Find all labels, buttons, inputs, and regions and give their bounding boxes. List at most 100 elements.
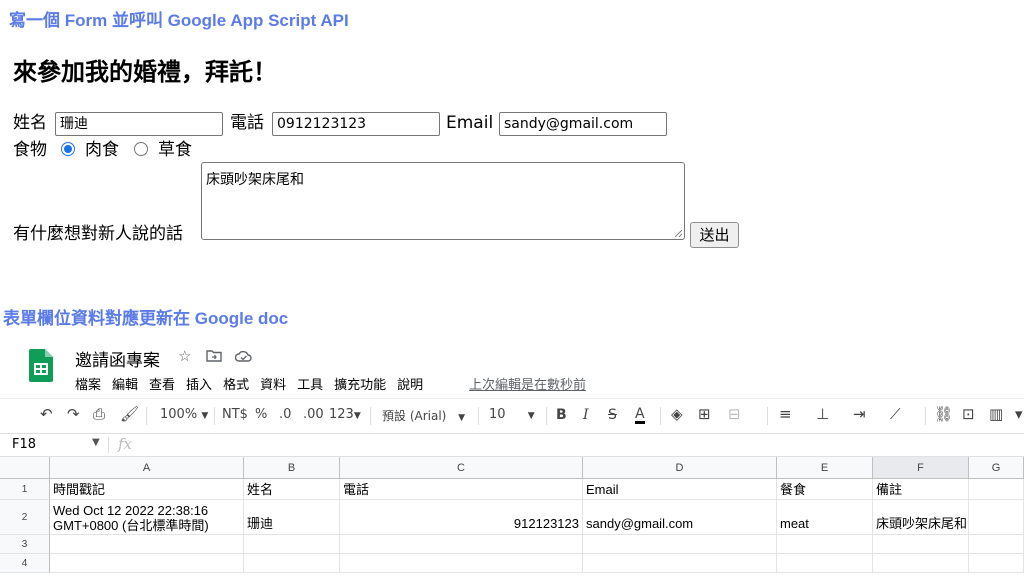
font-size-value: 10 (489, 407, 506, 422)
comment-icon[interactable]: ⊡ (962, 405, 975, 423)
form-section-title: 寫一個 Form 並呼叫 Google App Script API (9, 11, 349, 30)
submit-button[interactable]: 送出 (690, 222, 739, 248)
font-select[interactable]: 預設 (Arial) ▼ (382, 407, 465, 424)
chart-icon[interactable]: ▥ (989, 405, 1003, 423)
cell-c4[interactable] (340, 554, 583, 573)
cell-a2[interactable]: Wed Oct 12 2022 22:38:16 GMT+0800 (台北標準時… (50, 500, 244, 535)
name-box[interactable]: F18 (12, 437, 36, 452)
cell-b3[interactable] (244, 535, 340, 554)
horizontal-align-icon[interactable]: ≡ (779, 405, 792, 423)
cell-b2[interactable]: 珊迪 (244, 500, 340, 535)
bold-icon[interactable]: B (556, 407, 567, 423)
link-icon[interactable]: ⛓ (934, 405, 953, 423)
chevron-down-icon[interactable]: ▼ (92, 437, 100, 448)
zoom-select[interactable]: 100% ▼ (160, 407, 208, 422)
cell-b1[interactable]: 姓名 (244, 479, 340, 500)
cell-g2[interactable] (969, 500, 1024, 535)
toolbar: ↶ ↷ ⎙ 🖌 100% ▼ NT$ % .0 .00 123▼ 預設 (Ari… (0, 398, 1024, 432)
cloud-status-icon[interactable] (235, 350, 252, 362)
cell-g1[interactable] (969, 479, 1024, 500)
menu-help[interactable]: 說明 (397, 374, 423, 393)
merge-cells-icon[interactable]: ⊟ (728, 405, 741, 423)
number-format-value: 123 (329, 407, 354, 422)
last-edit-link[interactable]: 上次編輯是在數秒前 (469, 374, 586, 393)
row-header-4[interactable]: 4 (0, 554, 50, 573)
column-header-b[interactable]: B (244, 457, 340, 479)
column-header-g[interactable]: G (969, 457, 1024, 479)
cell-a4[interactable] (50, 554, 244, 573)
select-all-corner[interactable] (0, 457, 50, 479)
star-icon[interactable]: ☆ (178, 347, 191, 365)
menu-insert[interactable]: 插入 (186, 374, 212, 393)
row-header-1[interactable]: 1 (0, 479, 50, 500)
column-header-a[interactable]: A (50, 457, 244, 479)
redo-icon[interactable]: ↷ (67, 405, 80, 423)
email-input[interactable]: sandy@gmail.com (499, 112, 667, 136)
cell-g3[interactable] (969, 535, 1024, 554)
undo-icon[interactable]: ↶ (40, 405, 53, 423)
food-label: 食物 (13, 140, 47, 160)
phone-input[interactable]: 0912123123 (272, 112, 440, 136)
move-folder-icon[interactable] (206, 349, 222, 362)
menu-extensions[interactable]: 擴充功能 (334, 374, 386, 393)
cell-f1[interactable]: 備註 (873, 479, 969, 500)
cell-f4[interactable] (873, 554, 969, 573)
cell-e4[interactable] (777, 554, 873, 573)
column-header-e[interactable]: E (777, 457, 873, 479)
cell-c1[interactable]: 電話 (340, 479, 583, 500)
fill-color-icon[interactable]: ◈ (671, 405, 683, 423)
cell-e1[interactable]: 餐食 (777, 479, 873, 500)
cell-d4[interactable] (583, 554, 777, 573)
borders-icon[interactable]: ⊞ (698, 405, 711, 423)
column-header-c[interactable]: C (340, 457, 583, 479)
text-rotation-icon[interactable]: ⟋ (890, 405, 901, 423)
row-header-2[interactable]: 2 (0, 500, 50, 535)
text-wrap-icon[interactable]: ⇥ (853, 405, 866, 423)
cell-f3[interactable] (873, 535, 969, 554)
vertical-align-icon[interactable]: ⊥ (816, 405, 829, 423)
percent-button[interactable]: % (255, 407, 267, 422)
text-color-icon[interactable]: A (635, 407, 645, 424)
cell-d3[interactable] (583, 535, 777, 554)
filter-icon[interactable]: ▾ (1015, 405, 1023, 423)
menu-data[interactable]: 資料 (260, 374, 286, 393)
cell-d1[interactable]: Email (583, 479, 777, 500)
cell-f2[interactable]: 床頭吵架床尾和 (873, 500, 969, 535)
column-header-f[interactable]: F (873, 457, 969, 479)
document-title[interactable]: 邀請函專案 (75, 346, 160, 371)
phone-label: 電話 (230, 113, 264, 133)
number-format-select[interactable]: 123▼ (329, 407, 361, 422)
cell-a3[interactable] (50, 535, 244, 554)
strikethrough-icon[interactable]: S (608, 407, 617, 423)
menu-bar: 檔案 編輯 查看 插入 格式 資料 工具 擴充功能 說明 (75, 374, 434, 393)
menu-tools[interactable]: 工具 (297, 374, 323, 393)
cell-d2[interactable]: sandy@gmail.com (583, 500, 777, 535)
sheets-logo-icon[interactable] (29, 349, 53, 382)
name-input[interactable]: 珊迪 (55, 112, 223, 136)
message-textarea[interactable]: 床頭吵架床尾和 (201, 162, 685, 240)
radio-veg[interactable] (134, 142, 148, 156)
cell-c3[interactable] (340, 535, 583, 554)
cell-g4[interactable] (969, 554, 1024, 573)
font-size-select[interactable]: 10 ▼ (489, 407, 535, 422)
menu-format[interactable]: 格式 (223, 374, 249, 393)
menu-file[interactable]: 檔案 (75, 374, 101, 393)
radio-meat[interactable] (61, 142, 75, 156)
decrease-decimal-button[interactable]: .0 (279, 407, 291, 422)
formula-bar: F18 ▼ fx (0, 433, 1024, 457)
row-header-3[interactable]: 3 (0, 535, 50, 554)
paint-format-icon[interactable]: 🖌 (120, 405, 139, 423)
menu-edit[interactable]: 編輯 (112, 374, 138, 393)
cell-b4[interactable] (244, 554, 340, 573)
print-icon[interactable]: ⎙ (93, 405, 105, 423)
currency-button[interactable]: NT$ (222, 407, 248, 422)
cell-c2[interactable]: 912123123 (340, 500, 583, 535)
column-header-d[interactable]: D (583, 457, 777, 479)
cell-a1[interactable]: 時間戳記 (50, 479, 244, 500)
menu-view[interactable]: 查看 (149, 374, 175, 393)
increase-decimal-button[interactable]: .00 (303, 407, 324, 422)
italic-icon[interactable]: I (583, 407, 589, 423)
radio-veg-label: 草食 (158, 140, 192, 160)
cell-e2[interactable]: meat (777, 500, 873, 535)
cell-e3[interactable] (777, 535, 873, 554)
